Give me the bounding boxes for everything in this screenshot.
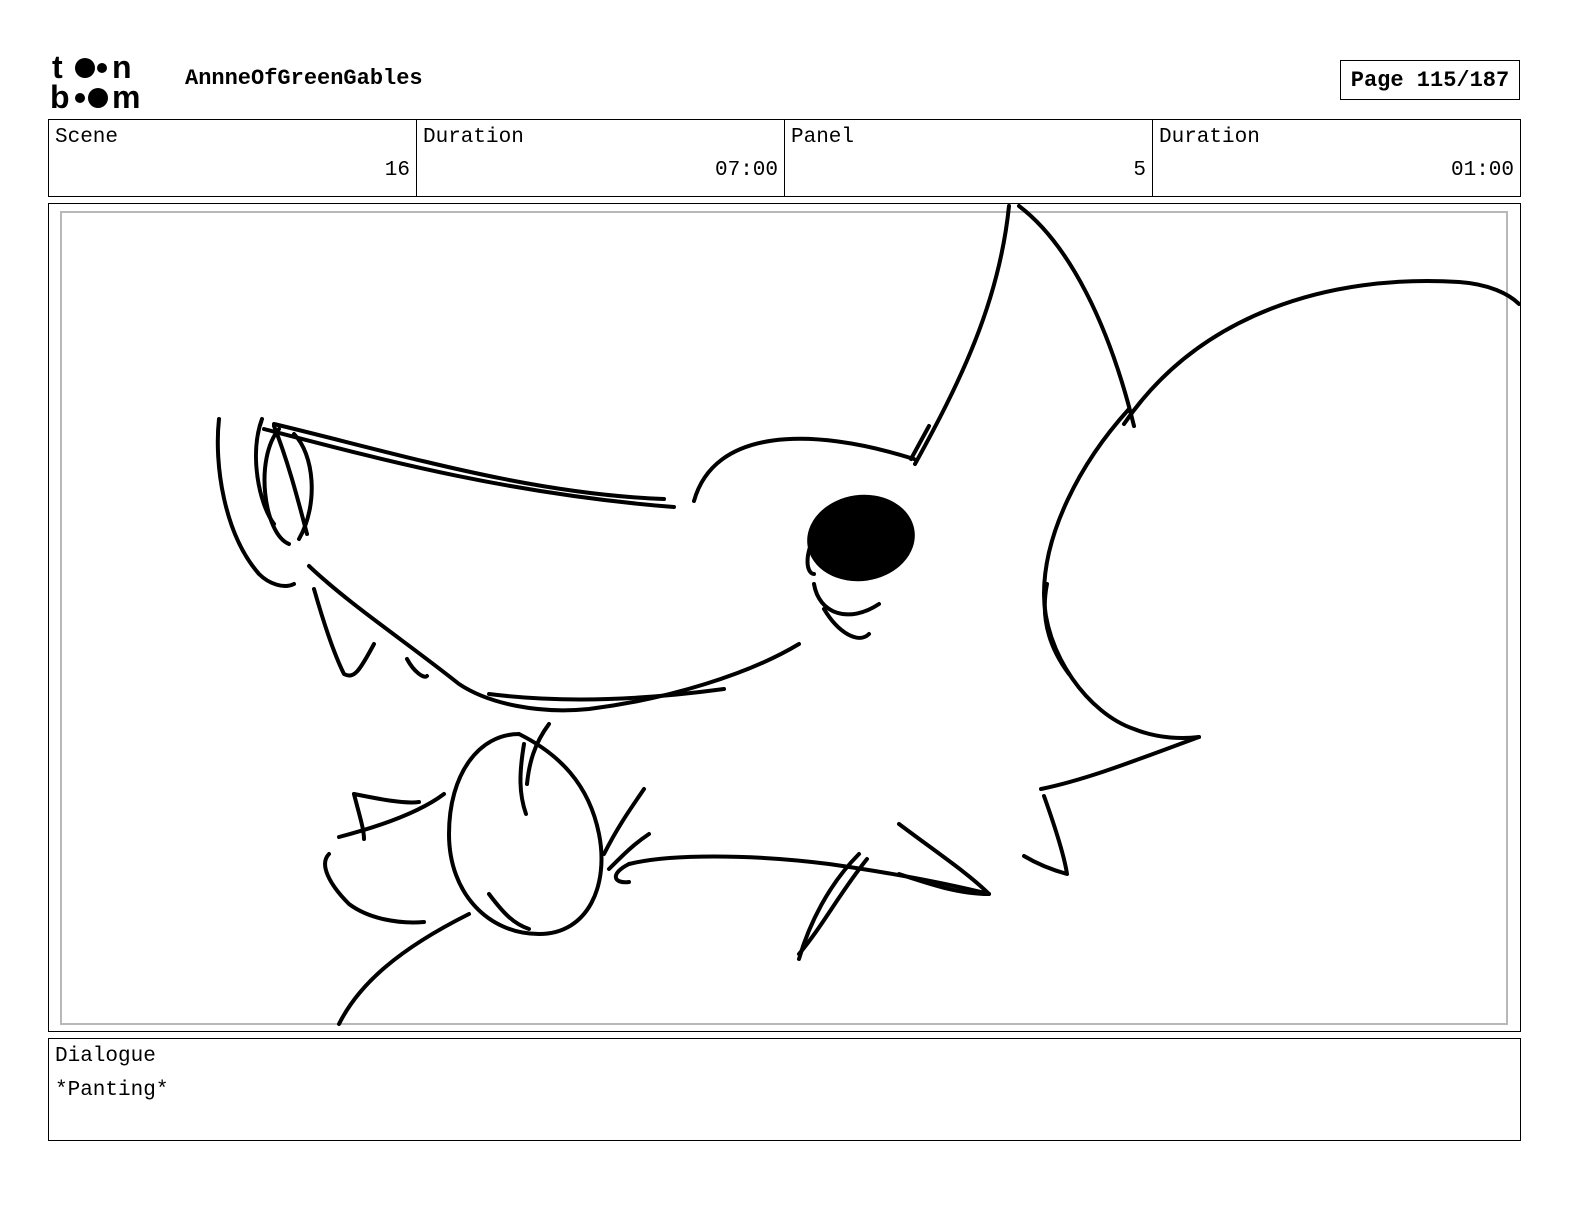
- storyboard-panel: [48, 203, 1521, 1032]
- toonboom-logo: t n b m: [50, 49, 165, 115]
- panel-value: 5: [1133, 159, 1146, 182]
- panel-duration-label: Duration: [1159, 126, 1260, 149]
- panel-duration-cell: Duration 01:00: [1153, 120, 1520, 196]
- dialogue-box: Dialogue *Panting*: [48, 1038, 1521, 1141]
- scene-duration-value: 07:00: [714, 159, 778, 182]
- page-indicator: Page 115/187: [1340, 60, 1520, 100]
- panel-duration-value: 01:00: [1450, 159, 1514, 182]
- scene-label: Scene: [55, 126, 119, 149]
- dog-sketch-drawing: [215, 204, 1520, 1026]
- toonboom-logo-mark: t n b m: [50, 49, 140, 115]
- svg-text:b: b: [50, 79, 70, 112]
- panel-cell: Panel 5: [785, 120, 1153, 196]
- dialogue-text: *Panting*: [55, 1079, 169, 1102]
- svg-text:m: m: [112, 79, 140, 112]
- scene-cell: Scene 16: [49, 120, 417, 196]
- scene-value: 16: [384, 159, 410, 182]
- scene-duration-cell: Duration 07:00: [417, 120, 785, 196]
- panel-info-table: Scene 16 Duration 07:00 Panel 5 Duration…: [48, 119, 1521, 197]
- panel-label: Panel: [791, 126, 855, 149]
- project-title: AnnneOfGreenGables: [185, 66, 423, 91]
- scene-duration-label: Duration: [423, 126, 524, 149]
- dialogue-label: Dialogue: [55, 1045, 156, 1068]
